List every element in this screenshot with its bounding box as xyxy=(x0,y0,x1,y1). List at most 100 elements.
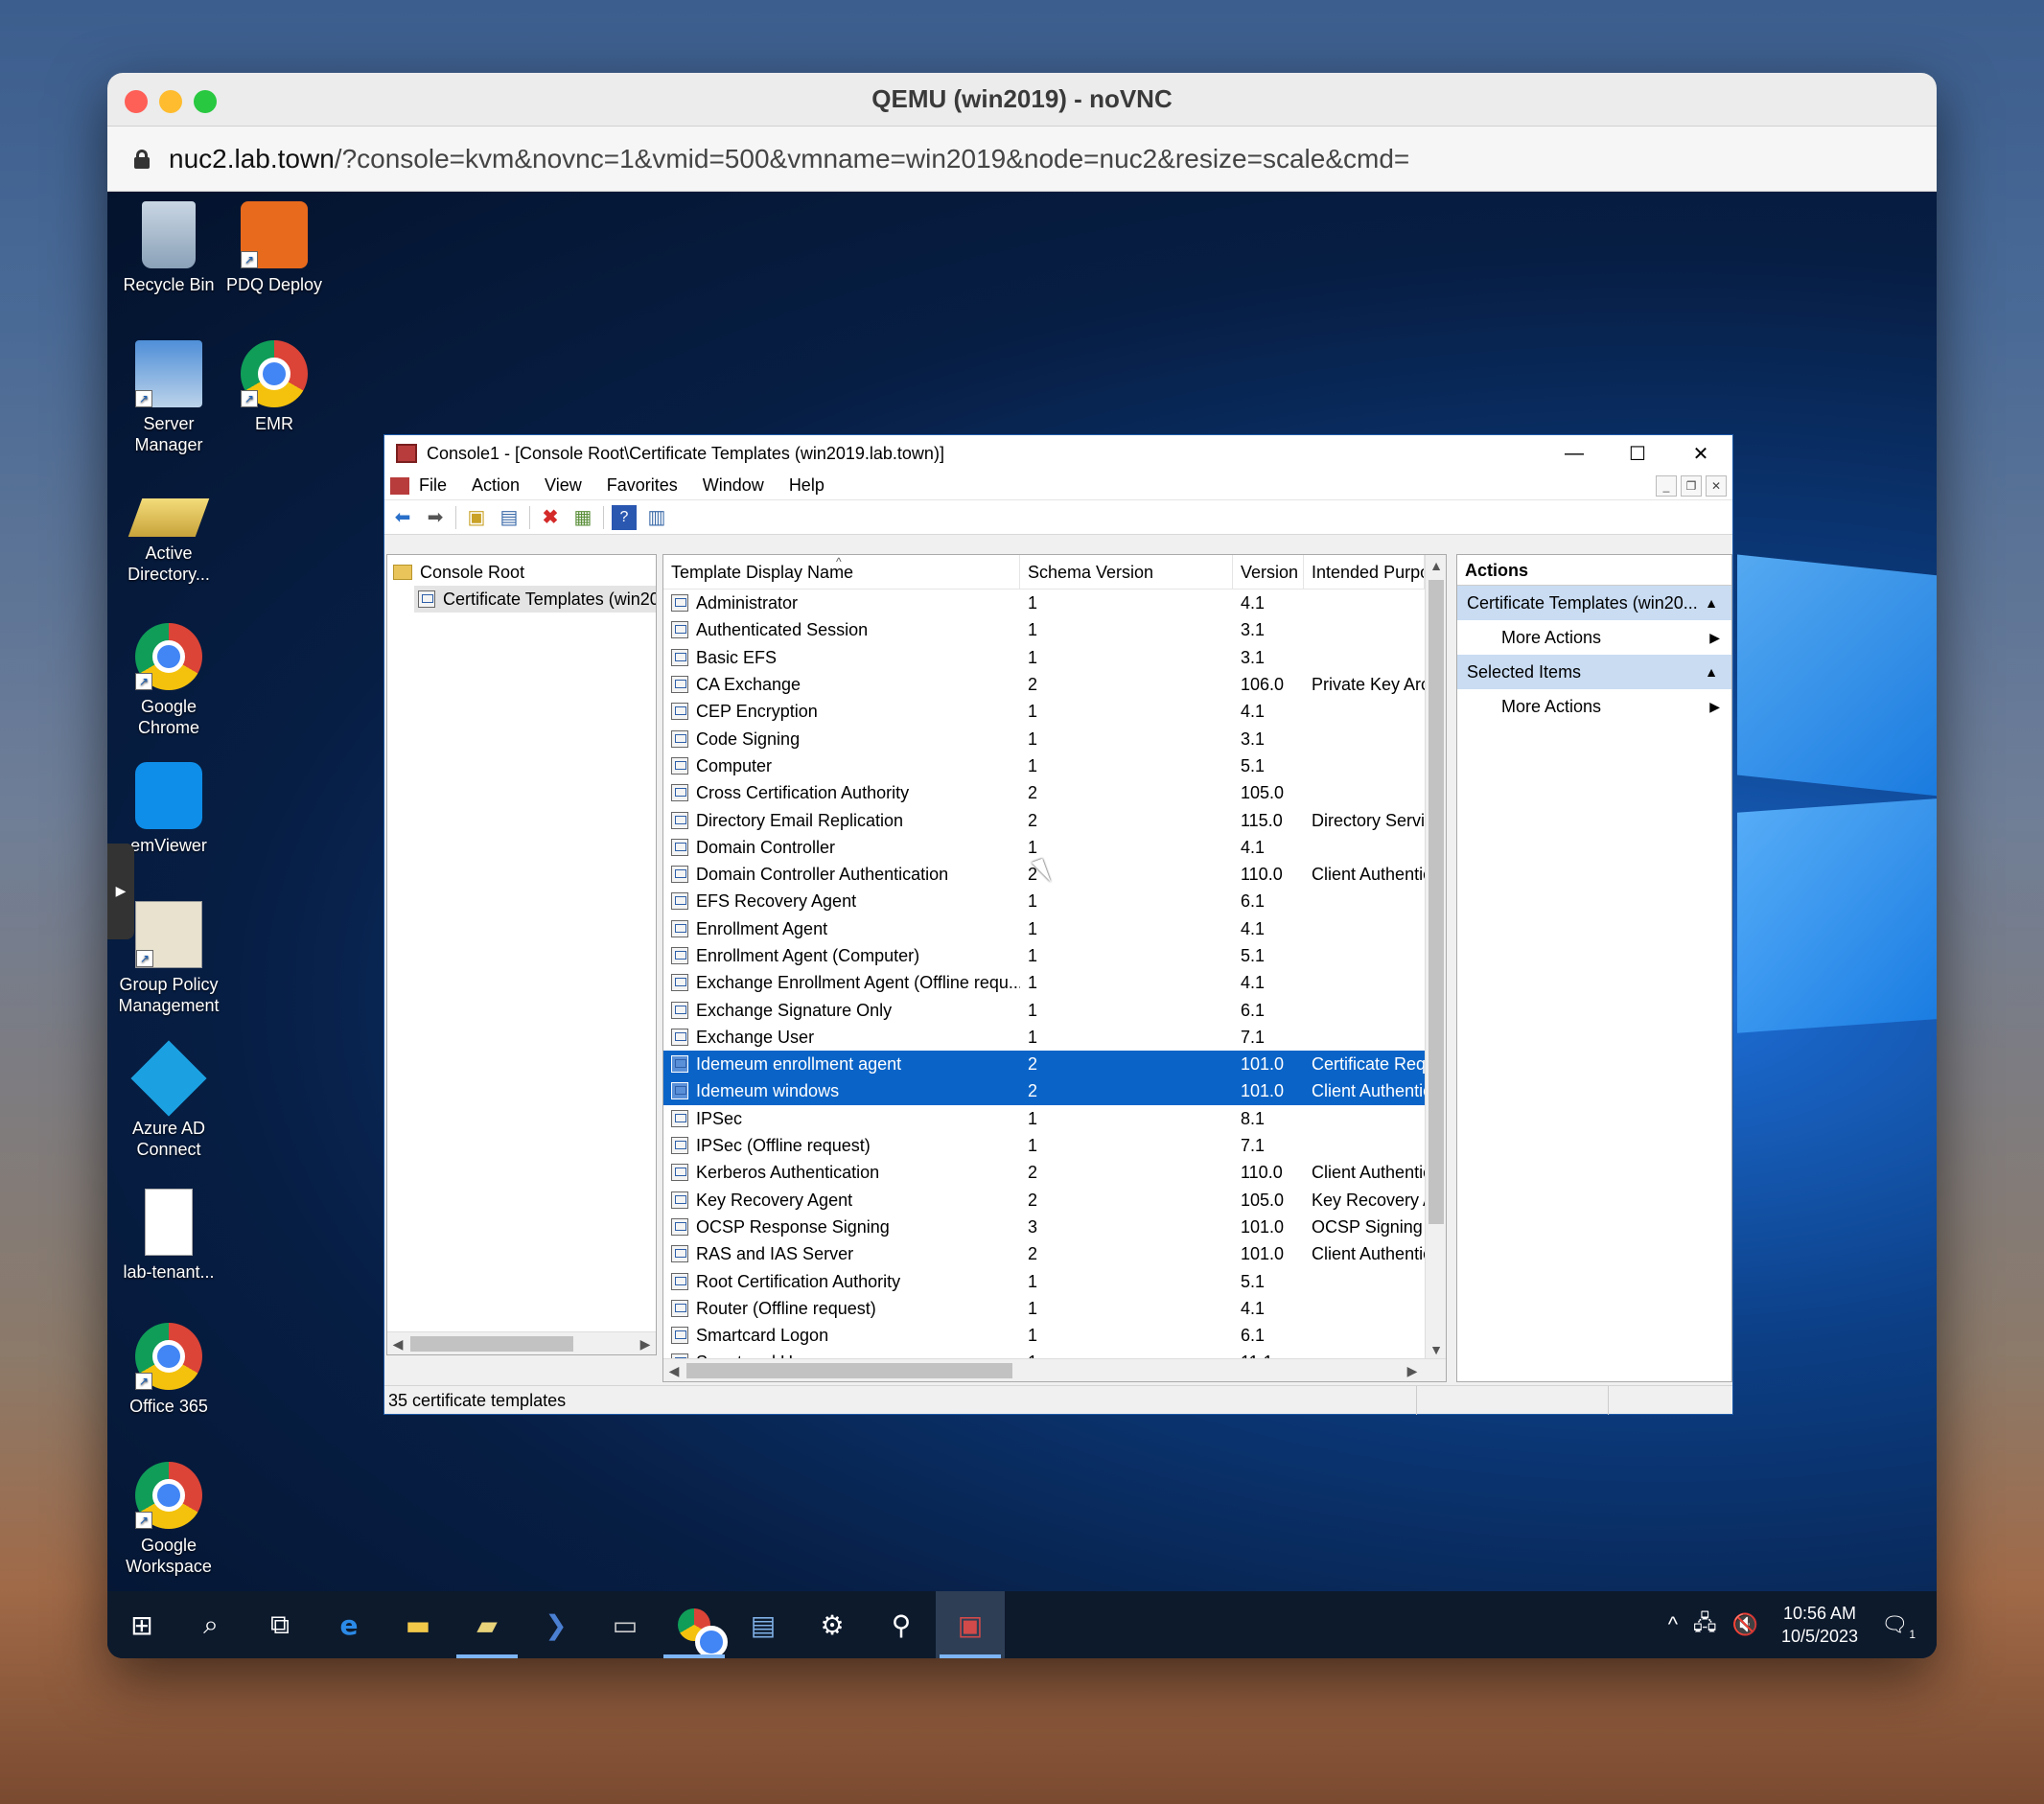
desktop-icon-active-directory[interactable]: Active Directory... xyxy=(115,479,222,585)
active-directory-taskbar-icon[interactable]: ▰ xyxy=(453,1591,522,1658)
collapse-icon[interactable]: ▲ xyxy=(1705,586,1718,620)
volume-muted-icon[interactable]: 🔇 xyxy=(1732,1612,1758,1637)
search-icon[interactable]: ⌕ xyxy=(176,1591,245,1658)
table-row[interactable]: Idemeum enrollment agent 2 101.0 Certificat… xyxy=(663,1051,1446,1078)
table-row[interactable]: Directory Email Replication 2 115.0 Directo… xyxy=(663,806,1446,833)
desktop-icon-pdq-deploy[interactable]: ↗ PDQ Deploy xyxy=(221,201,328,295)
desktop-icon-google-chrome[interactable]: ↗ Google Chrome xyxy=(115,623,222,738)
table-row[interactable]: RAS and IAS Server 2 101.0 Client Authentic… xyxy=(663,1240,1446,1267)
table-row[interactable]: Key Recovery Agent 2 105.0 Key Recovery Age… xyxy=(663,1187,1446,1214)
menu-window[interactable]: Window xyxy=(703,475,764,496)
chrome-taskbar-icon[interactable] xyxy=(660,1591,729,1658)
menu-help[interactable]: Help xyxy=(789,475,825,496)
column-header-version[interactable]: Version xyxy=(1233,555,1304,590)
up-folder-icon[interactable]: ▣ xyxy=(464,505,489,530)
table-row[interactable]: Computer 1 5.1 xyxy=(663,752,1446,779)
table-row[interactable]: Enrollment Agent 1 4.1 xyxy=(663,915,1446,942)
forward-arrow-icon[interactable]: ➡ xyxy=(423,505,448,530)
scroll-thumb[interactable] xyxy=(410,1336,573,1352)
scroll-right-icon[interactable]: ▶ xyxy=(1402,1359,1423,1381)
desktop-icon-azure-ad-connect[interactable]: Azure AD Connect xyxy=(115,1040,222,1160)
table-row[interactable]: Domain Controller Authentication 2 110.0 Cl… xyxy=(663,861,1446,888)
address-bar[interactable]: nuc2.lab.town/?console=kvm&novnc=1&vmid=… xyxy=(107,127,1937,192)
network-tool-icon[interactable]: ⚲ xyxy=(867,1591,936,1658)
column-header-intended-purposes[interactable]: Intended Purposes xyxy=(1304,555,1425,590)
minimize-window-button[interactable] xyxy=(159,90,182,113)
scroll-down-icon[interactable]: ▼ xyxy=(1426,1339,1446,1360)
scroll-left-icon[interactable]: ◀ xyxy=(387,1332,408,1355)
table-row[interactable]: Exchange Signature Only 1 6.1 xyxy=(663,996,1446,1023)
desktop-icon-lab-tenant[interactable]: lab-tenant... xyxy=(115,1189,222,1283)
desktop-icon-google-workspace[interactable]: ↗ Google Workspace xyxy=(115,1462,222,1577)
table-row[interactable]: Router (Offline request) 1 4.1 xyxy=(663,1295,1446,1322)
table-row[interactable]: Basic EFS 1 3.1 xyxy=(663,644,1446,671)
task-view-icon[interactable]: ⧉ xyxy=(245,1591,314,1658)
menu-favorites[interactable]: Favorites xyxy=(607,475,678,496)
table-row[interactable]: Root Certification Authority 1 5.1 xyxy=(663,1267,1446,1294)
tree-horizontal-scrollbar[interactable]: ◀ ▶ xyxy=(387,1331,656,1354)
column-header-schema-version[interactable]: Schema Version xyxy=(1020,555,1233,590)
table-row[interactable]: Administrator 1 4.1 xyxy=(663,590,1446,616)
desktop-icon-recycle-bin[interactable]: Recycle Bin xyxy=(115,201,222,295)
mmc-taskbar-icon[interactable]: ▣ xyxy=(936,1591,1005,1658)
table-row[interactable]: Code Signing 1 3.1 xyxy=(663,725,1446,752)
child-minimize-button[interactable]: _ xyxy=(1656,475,1677,497)
table-row[interactable]: Authenticated Session 1 3.1 xyxy=(663,616,1446,643)
table-row[interactable]: Cross Certification Authority 2 105.0 xyxy=(663,779,1446,806)
child-close-button[interactable]: ✕ xyxy=(1706,475,1727,497)
collapse-icon[interactable]: ▲ xyxy=(1705,655,1718,689)
show-hide-tree-icon[interactable]: ▤ xyxy=(497,505,522,530)
scroll-thumb[interactable] xyxy=(1428,580,1444,1224)
column-header-template-name[interactable]: Template Display Name xyxy=(663,555,1020,590)
notification-center-icon[interactable]: 🗨 1 xyxy=(1881,1612,1916,1641)
scroll-up-icon[interactable]: ▲ xyxy=(1426,555,1446,576)
close-button[interactable]: ✕ xyxy=(1669,435,1732,472)
close-window-button[interactable] xyxy=(125,90,148,113)
tree-node-certificate-templates[interactable]: Certificate Templates (win2019.lab.town) xyxy=(414,586,656,613)
table-row[interactable]: IPSec (Offline request) 1 7.1 xyxy=(663,1132,1446,1159)
table-row[interactable]: Exchange User 1 7.1 xyxy=(663,1024,1446,1051)
network-icon[interactable]: 🖧 xyxy=(1693,1607,1717,1643)
desktop-icon-emr[interactable]: ↗ EMR xyxy=(221,340,328,434)
list-horizontal-scrollbar[interactable]: ◀ ▶ xyxy=(663,1358,1446,1381)
scroll-right-icon[interactable]: ▶ xyxy=(635,1332,656,1355)
desktop-icon-server-manager[interactable]: ↗ Server Manager xyxy=(115,340,222,455)
minimize-button[interactable]: — xyxy=(1543,435,1606,472)
export-list-icon[interactable]: ▦ xyxy=(570,505,595,530)
table-row[interactable]: Exchange Enrollment Agent (Offline requ.… xyxy=(663,969,1446,996)
actions-section-selected-items[interactable]: Selected Items ▲ xyxy=(1457,655,1731,689)
menu-file[interactable]: File xyxy=(419,475,447,496)
start-button-icon[interactable]: ⊞ xyxy=(107,1591,176,1658)
table-row[interactable]: Kerberos Authentication 2 110.0 Client Auth… xyxy=(663,1159,1446,1186)
desktop-icon-office-365[interactable]: ↗ Office 365 xyxy=(115,1323,222,1417)
table-row[interactable]: Smartcard Logon 1 6.1 xyxy=(663,1322,1446,1349)
table-row[interactable]: Domain Controller 1 4.1 xyxy=(663,834,1446,861)
table-row[interactable]: IPSec 1 8.1 xyxy=(663,1105,1446,1132)
tree-node-console-root[interactable]: Console Root xyxy=(387,559,656,586)
table-row[interactable]: EFS Recovery Agent 1 6.1 xyxy=(663,888,1446,914)
url-text[interactable]: nuc2.lab.town/?console=kvm&novnc=1&vmid=… xyxy=(169,144,1409,174)
server-manager-taskbar-icon[interactable]: ▤ xyxy=(729,1591,798,1658)
actions-section-certificate-templates[interactable]: Certificate Templates (win20... ▲ xyxy=(1457,586,1731,620)
back-arrow-icon[interactable]: ⬅ xyxy=(390,505,415,530)
more-actions-item[interactable]: More Actions ▶ xyxy=(1457,620,1731,655)
clock[interactable]: 10:56 AM 10/5/2023 xyxy=(1781,1602,1858,1648)
show-action-pane-icon[interactable]: ▥ xyxy=(644,505,669,530)
menu-view[interactable]: View xyxy=(545,475,582,496)
list-vertical-scrollbar[interactable]: ▲ ▼ xyxy=(1425,555,1446,1360)
help-icon[interactable]: ? xyxy=(612,504,637,530)
internet-explorer-icon[interactable]: e xyxy=(314,1591,383,1658)
file-explorer-icon[interactable]: ▬ xyxy=(383,1591,453,1658)
scroll-thumb[interactable] xyxy=(686,1363,1012,1378)
powershell-icon[interactable]: ❯ xyxy=(522,1591,591,1658)
child-restore-button[interactable]: ❐ xyxy=(1681,475,1702,497)
zoom-window-button[interactable] xyxy=(194,90,217,113)
table-row[interactable]: CA Exchange 2 106.0 Private Key Archival xyxy=(663,671,1446,698)
desktop-icon-teamviewer[interactable]: emViewer xyxy=(115,762,222,856)
maximize-button[interactable]: ☐ xyxy=(1606,435,1669,472)
novnc-control-bar-handle[interactable]: ▶ xyxy=(107,844,134,939)
table-row[interactable]: Enrollment Agent (Computer) 1 5.1 xyxy=(663,942,1446,969)
command-prompt-icon[interactable]: ▭ xyxy=(591,1591,660,1658)
show-hidden-icons-icon[interactable]: ^ xyxy=(1668,1612,1678,1637)
more-actions-item[interactable]: More Actions ▶ xyxy=(1457,689,1731,724)
